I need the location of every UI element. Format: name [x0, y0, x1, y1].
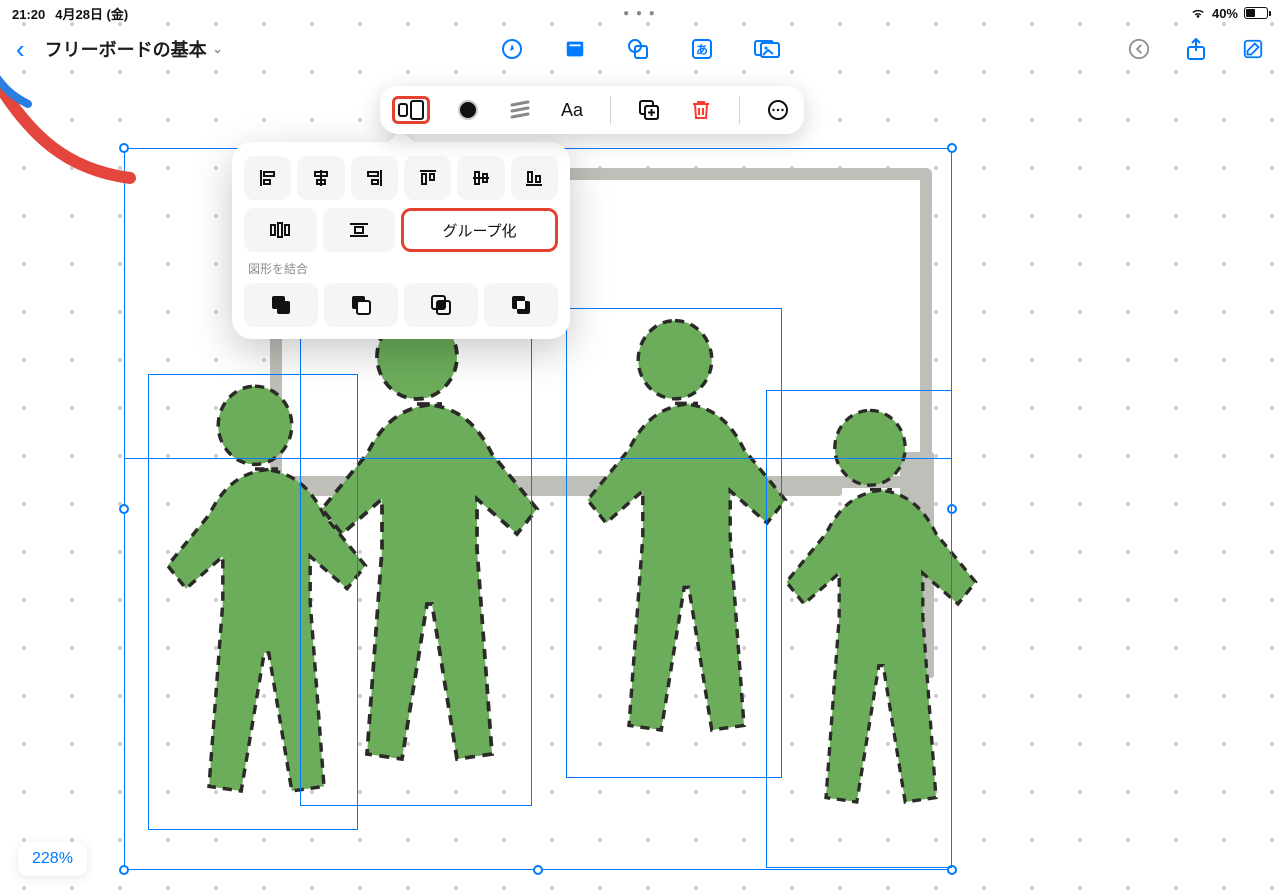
group-button[interactable]: グループ化 — [401, 208, 558, 252]
align-bottom-button[interactable] — [511, 156, 558, 200]
align-hcenter-button[interactable] — [297, 156, 344, 200]
selection-toolbar: Aa — [380, 86, 804, 134]
stroke-blue — [0, 74, 34, 114]
combine-exclude-button[interactable] — [484, 283, 558, 327]
distribute-v-button[interactable] — [323, 208, 396, 252]
resize-handle[interactable] — [119, 865, 129, 875]
wifi-icon — [1190, 7, 1206, 19]
fill-button[interactable] — [454, 96, 482, 124]
distribute-h-button[interactable] — [244, 208, 317, 252]
delete-button[interactable] — [687, 96, 715, 124]
text-style-button[interactable]: Aa — [558, 96, 586, 124]
sticky-note-tool[interactable] — [564, 38, 586, 60]
undo-button[interactable] — [1128, 38, 1150, 60]
align-vcenter-button[interactable] — [457, 156, 504, 200]
date: 4月28日 (金) — [55, 7, 128, 22]
battery-percent: 40% — [1212, 6, 1238, 21]
clock: 21:20 — [12, 7, 45, 22]
stroke-button[interactable] — [506, 96, 534, 124]
status-bar: 21:20 4月28日 (金) ● ● ● 40% — [0, 0, 1280, 26]
duplicate-button[interactable] — [635, 96, 663, 124]
compose-button[interactable] — [1242, 38, 1264, 60]
combine-subtract-button[interactable] — [324, 283, 398, 327]
align-guide — [124, 458, 952, 464]
shape-tool[interactable] — [626, 37, 650, 61]
arrange-popover: グループ化 図形を結合 — [232, 142, 570, 339]
combine-union-button[interactable] — [244, 283, 318, 327]
resize-handle[interactable] — [119, 504, 129, 514]
main-toolbar: あ — [500, 26, 780, 72]
object-selection[interactable] — [566, 308, 782, 778]
object-selection[interactable] — [300, 306, 532, 806]
combine-intersect-button[interactable] — [404, 283, 478, 327]
resize-handle[interactable] — [947, 143, 957, 153]
separator — [610, 96, 611, 124]
zoom-indicator[interactable]: 228% — [18, 842, 87, 876]
more-button[interactable] — [764, 96, 792, 124]
media-tool[interactable] — [754, 38, 780, 60]
battery-icon — [1244, 7, 1268, 19]
separator — [739, 96, 740, 124]
right-toolbar — [1128, 26, 1264, 72]
pen-tool[interactable] — [500, 37, 524, 61]
back-button[interactable]: ‹ — [16, 34, 25, 65]
chevron-down-icon: ⌄ — [213, 42, 223, 56]
align-right-button[interactable] — [351, 156, 398, 200]
share-button[interactable] — [1186, 37, 1206, 61]
title-bar: ‹ フリーボードの基本 ⌄ あ — [0, 26, 1280, 72]
align-top-button[interactable] — [404, 156, 451, 200]
text-tool[interactable]: あ — [690, 37, 714, 61]
svg-text:あ: あ — [696, 43, 708, 57]
arrange-button[interactable] — [392, 96, 430, 124]
resize-handle[interactable] — [533, 865, 543, 875]
align-left-button[interactable] — [244, 156, 291, 200]
combine-section-label: 図形を結合 — [248, 260, 554, 277]
multitask-dots[interactable]: ● ● ● — [623, 8, 657, 19]
canvas[interactable]: ークショップ — [0, 0, 1280, 894]
document-title[interactable]: フリーボードの基本 ⌄ — [45, 36, 223, 62]
